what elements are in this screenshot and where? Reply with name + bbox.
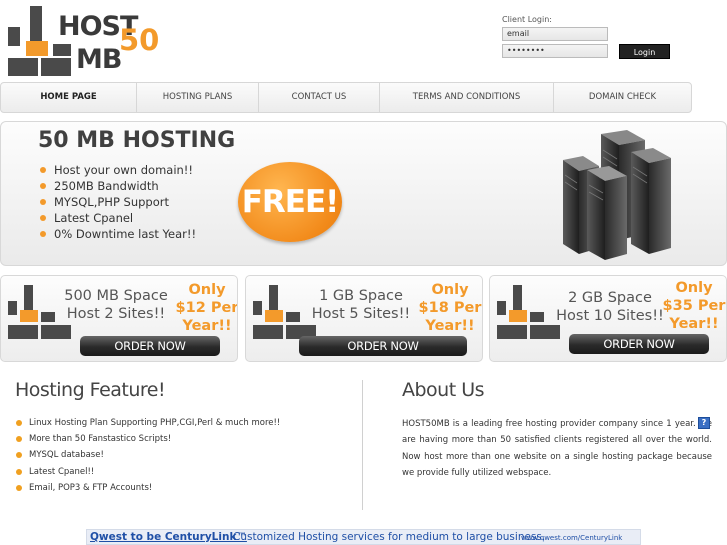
logo-block (53, 44, 71, 56)
password-field[interactable]: •••••••• (502, 44, 608, 58)
login-button[interactable]: Login (619, 44, 670, 59)
ad-link[interactable]: Qwest to be CenturyLink™ (90, 531, 247, 543)
server-rack-illustration (563, 130, 671, 260)
plan-space-line2: Host 10 Sites!! (556, 308, 664, 324)
plan-space-line1: 1 GB Space (319, 288, 403, 304)
about-us-text: HOST50MB is a leading free hosting provi… (402, 419, 712, 478)
feature-item: Latest Cpanel!! (15, 464, 280, 480)
plan-price-line3: Year!! (669, 316, 719, 332)
logo-block (41, 58, 71, 76)
logo-block (8, 27, 20, 46)
feature-item: Linux Hosting Plan Supporting PHP,CGI,Pe… (15, 415, 280, 431)
plan-price-line1: Only (188, 282, 226, 298)
ad-url[interactable]: www.qwest.com/CenturyLink (521, 534, 622, 542)
nav-terms[interactable]: TERMS AND CONDITIONS (380, 83, 554, 112)
plan-space-line2: Host 2 Sites!! (66, 306, 166, 322)
help-icon[interactable]: ? (698, 417, 710, 429)
section-divider (362, 380, 363, 510)
client-login-label: Client Login: (502, 15, 552, 24)
hosting-feature-list: Linux Hosting Plan Supporting PHP,CGI,Pe… (15, 415, 280, 496)
banner-point: 250MB Bandwidth (38, 178, 196, 194)
banner-point: 0% Downtime last Year!! (38, 226, 196, 242)
feature-item: MYSQL database! (15, 447, 280, 463)
hero-banner: 50 MB HOSTING Host your own domain!! 250… (0, 121, 727, 266)
nav-contact-us[interactable]: CONTACT US (259, 83, 380, 112)
feature-item: More than 50 Fanstastico Scripts! (15, 431, 280, 447)
plan-price-line2: $12 Per (175, 300, 238, 316)
order-now-button[interactable]: ORDER NOW (80, 336, 220, 356)
plan-space-line1: 2 GB Space (568, 290, 652, 306)
client-login-form: Client Login: email •••••••• Login (502, 13, 672, 61)
plan-price-line1: Only (431, 282, 469, 298)
hosting-feature-title: Hosting Feature! (15, 379, 166, 401)
plan-price-line2: $18 Per (418, 300, 482, 316)
plan-price-line1: Only (675, 280, 713, 296)
ad-description: Customized Hosting services for medium t… (233, 531, 546, 543)
banner-title: 50 MB HOSTING (38, 128, 236, 153)
logo-text-50: 50 (119, 23, 160, 57)
plan-card-2gb: 2 GB Space Host 10 Sites!! Only $35 Per … (489, 275, 727, 362)
logo-block-orange (26, 41, 48, 56)
plan-price-line3: Year!! (182, 318, 232, 334)
feature-item: Email, POP3 & FTP Accounts! (15, 480, 280, 496)
order-now-button[interactable]: ORDER NOW (299, 336, 467, 356)
nav-hosting-plans[interactable]: HOSTING PLANS (137, 83, 259, 112)
banner-point: Latest Cpanel (38, 210, 196, 226)
plan-card-1gb: 1 GB Space Host 5 Sites!! Only $18 Per Y… (245, 275, 483, 362)
banner-point: Host your own domain!! (38, 162, 196, 178)
email-field[interactable]: email (502, 27, 608, 41)
plan-price-line3: Year!! (425, 318, 475, 334)
logo-block (30, 6, 42, 44)
site-logo[interactable]: HOST MB 50 (6, 6, 160, 78)
sponsored-ad[interactable]: Qwest to be CenturyLink™ Customized Host… (86, 529, 641, 545)
main-nav: HOME PAGE HOSTING PLANS CONTACT US TERMS… (0, 82, 692, 113)
logo-text-mb: MB (76, 44, 122, 75)
plan-card-500mb: 500 MB Space Host 2 Sites!! Only $12 Per… (0, 275, 238, 362)
plan-space-line2: Host 5 Sites!! (311, 306, 411, 322)
nav-home[interactable]: HOME PAGE (1, 83, 137, 112)
about-us-title: About Us (402, 379, 485, 401)
order-now-button[interactable]: ORDER NOW (569, 334, 709, 354)
plan-price-line2: $35 Per (662, 298, 726, 314)
banner-feature-list: Host your own domain!! 250MB Bandwidth M… (38, 162, 196, 242)
plan-space-line1: 500 MB Space (64, 288, 168, 304)
logo-block (8, 58, 38, 76)
banner-point: MYSQL,PHP Support (38, 194, 196, 210)
nav-domain-check[interactable]: DOMAIN CHECK (554, 83, 691, 112)
free-badge: FREE! (238, 162, 342, 242)
